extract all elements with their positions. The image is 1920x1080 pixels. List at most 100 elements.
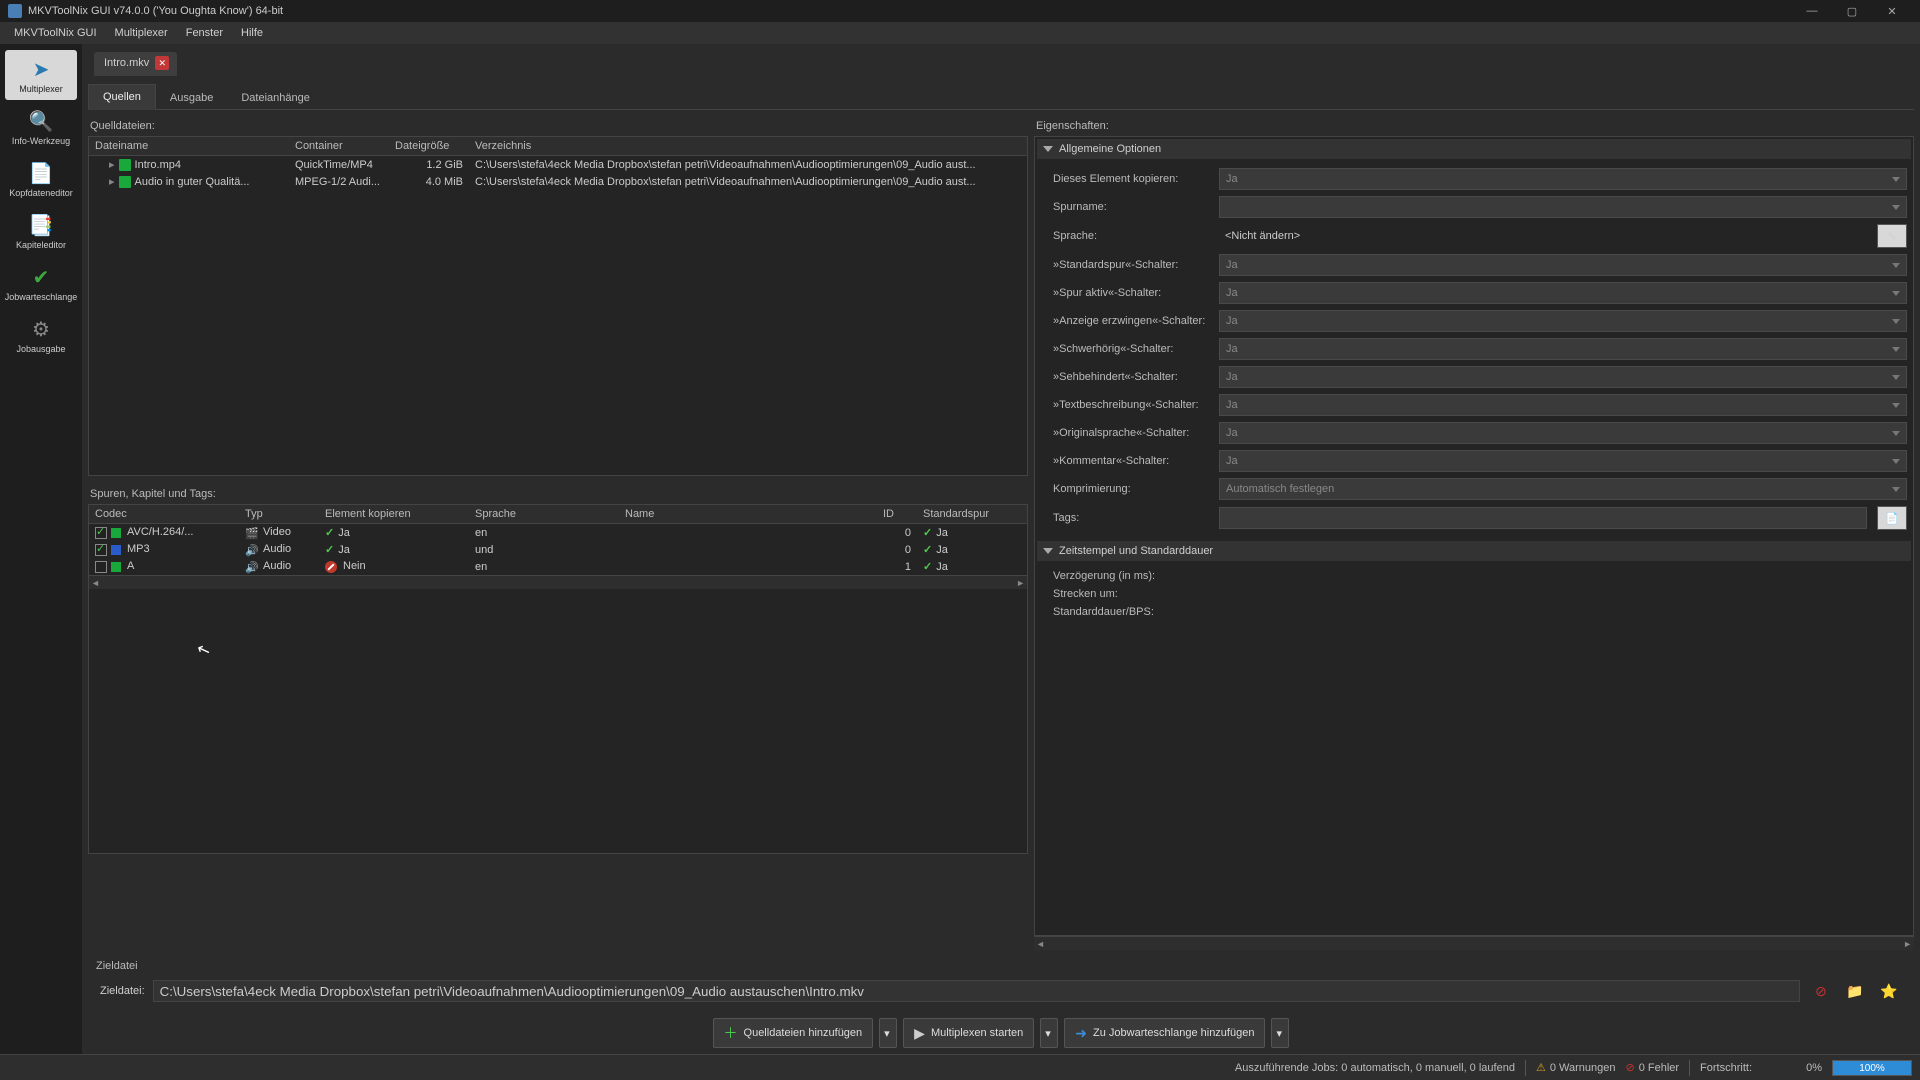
col-container[interactable]: Container <box>289 137 389 156</box>
tree-toggle-icon[interactable]: ▸ <box>109 159 115 171</box>
chevron-down-icon <box>1892 431 1900 436</box>
tags-input[interactable] <box>1219 507 1867 529</box>
add-sources-dropdown[interactable]: ▾ <box>879 1018 897 1048</box>
prop-textdesc-flag: »Textbeschreibung«-Schalter: Ja <box>1037 391 1911 419</box>
prop-visual-flag: »Sehbehindert«-Schalter: Ja <box>1037 363 1911 391</box>
multiplexer-icon: ➤ <box>33 57 50 82</box>
destination-input[interactable] <box>153 980 1800 1002</box>
tab-sources[interactable]: Quellen <box>88 84 156 110</box>
col-directory[interactable]: Verzeichnis <box>469 137 1027 156</box>
textdesc-flag-select[interactable]: Ja <box>1219 394 1907 416</box>
track-checkbox[interactable] <box>95 527 107 539</box>
col-size[interactable]: Dateigröße <box>389 137 469 156</box>
collapse-icon <box>1043 548 1053 554</box>
document-tabs: Intro.mkv ✕ <box>88 48 1914 76</box>
props-section-timestamp[interactable]: Zeitstempel und Standarddauer <box>1037 541 1911 561</box>
collapse-icon <box>1043 146 1053 152</box>
col-type[interactable]: Typ <box>239 505 319 524</box>
progress-label: Fortschritt: <box>1700 1062 1752 1074</box>
menu-mkvtoolnix[interactable]: MKVToolNix GUI <box>6 25 105 41</box>
sidebar-queue[interactable]: ✔ Jobwarteschlange <box>5 258 77 308</box>
menu-help[interactable]: Hilfe <box>233 25 271 41</box>
track-color <box>111 562 121 572</box>
sidebar-chapter-editor[interactable]: 📑 Kapiteleditor <box>5 206 77 256</box>
file-icon <box>119 159 131 171</box>
active-flag-select[interactable]: Ja <box>1219 282 1907 304</box>
sources-table[interactable]: Dateiname Container Dateigröße Verzeichn… <box>88 136 1028 476</box>
document-tab-close[interactable]: ✕ <box>155 56 169 70</box>
tracks-header: Codec Typ Element kopieren Sprache Name … <box>89 505 1027 524</box>
tracks-table[interactable]: Codec Typ Element kopieren Sprache Name … <box>88 504 1028 854</box>
copy-element-select[interactable]: Ja <box>1219 168 1907 190</box>
document-tab[interactable]: Intro.mkv ✕ <box>94 52 177 76</box>
sources-header: Dateiname Container Dateigröße Verzeichn… <box>89 137 1027 156</box>
forced-flag-select[interactable]: Ja <box>1219 310 1907 332</box>
progress-current: 0% <box>1762 1062 1822 1074</box>
sidebar-multiplexer[interactable]: ➤ Multiplexer <box>5 50 77 100</box>
chapter-icon: 📑 <box>29 213 54 238</box>
add-sources-button[interactable]: ＋Quelldateien hinzufügen <box>713 1018 874 1048</box>
col-id[interactable]: ID <box>877 505 917 524</box>
props-section-general[interactable]: Allgemeine Optionen <box>1037 139 1911 159</box>
check-icon: ✓ <box>923 527 932 539</box>
header-icon: 📄 <box>29 161 54 186</box>
maximize-button[interactable]: ▢ <box>1832 0 1872 22</box>
track-checkbox[interactable] <box>95 544 107 556</box>
tags-browse-button[interactable]: 📄 <box>1877 506 1907 530</box>
tab-output[interactable]: Ausgabe <box>156 86 227 110</box>
source-row[interactable]: ▸Intro.mp4 QuickTime/MP4 1.2 GiB C:\User… <box>89 156 1027 174</box>
destination-browse-button[interactable]: 📁 <box>1842 980 1868 1002</box>
warning-icon: ⚠ <box>1536 1062 1546 1074</box>
track-row[interactable]: MP3 🔊Audio ✓Ja und 0 ✓Ja <box>89 541 1027 558</box>
col-language[interactable]: Sprache <box>469 505 619 524</box>
col-standard[interactable]: Standardspur <box>917 505 1027 524</box>
document-tab-label: Intro.mkv <box>104 57 149 69</box>
comment-flag-select[interactable]: Ja <box>1219 450 1907 472</box>
track-color <box>111 545 121 555</box>
col-name[interactable]: Name <box>619 505 877 524</box>
language-edit-button[interactable]: ✎ <box>1877 224 1907 248</box>
col-codec[interactable]: Codec <box>89 505 239 524</box>
menu-fenster[interactable]: Fenster <box>178 25 231 41</box>
props-hscroll[interactable]: ◄► <box>1034 936 1914 950</box>
track-color <box>111 528 121 538</box>
track-row[interactable]: A 🔊Audio Nein en 1 ✓Ja <box>89 558 1027 575</box>
start-mux-button[interactable]: ▶Multiplexen starten <box>903 1018 1034 1048</box>
compression-select[interactable]: Automatisch festlegen <box>1219 478 1907 500</box>
destination-clear-button[interactable]: ⊘ <box>1808 980 1834 1002</box>
info-icon: 🔍 <box>29 109 54 134</box>
video-type-icon: 🎬 <box>245 527 259 539</box>
tab-attachments[interactable]: Dateianhänge <box>227 86 324 110</box>
chevron-down-icon <box>1892 347 1900 352</box>
window-title: MKVToolNix GUI v74.0.0 ('You Oughta Know… <box>28 5 1792 17</box>
destination-recent-button[interactable]: ⭐ <box>1876 980 1902 1002</box>
sidebar-output[interactable]: ⚙ Jobausgabe <box>5 310 77 360</box>
visual-flag-select[interactable]: Ja <box>1219 366 1907 388</box>
sidebar-header-editor[interactable]: 📄 Kopfdateneditor <box>5 154 77 204</box>
prop-hearing-flag: »Schwerhörig«-Schalter: Ja <box>1037 335 1911 363</box>
prop-copy-element: Dieses Element kopieren: Ja <box>1037 165 1911 193</box>
hearing-flag-select[interactable]: Ja <box>1219 338 1907 360</box>
trackname-input[interactable] <box>1219 196 1907 218</box>
track-row[interactable]: AVC/H.264/... 🎬Video ✓Ja en 0 ✓Ja <box>89 524 1027 542</box>
source-row[interactable]: ▸Audio in guter Qualitä... MPEG-1/2 Audi… <box>89 173 1027 190</box>
menu-multiplexer[interactable]: Multiplexer <box>107 25 176 41</box>
tree-toggle-icon[interactable]: ▸ <box>109 176 115 188</box>
prop-compression: Komprimierung: Automatisch festlegen <box>1037 475 1911 503</box>
add-to-queue-dropdown[interactable]: ▾ <box>1271 1018 1289 1048</box>
track-checkbox[interactable] <box>95 561 107 573</box>
tracks-hscroll[interactable]: ◄► <box>89 575 1027 589</box>
col-copy[interactable]: Element kopieren <box>319 505 469 524</box>
prop-language: Sprache: <Nicht ändern> ✎ <box>1037 221 1911 251</box>
sidebar-info[interactable]: 🔍 Info-Werkzeug <box>5 102 77 152</box>
close-button[interactable]: ✕ <box>1872 0 1912 22</box>
action-bar: ＋Quelldateien hinzufügen ▾ ▶Multiplexen … <box>88 1012 1914 1054</box>
origlang-flag-select[interactable]: Ja <box>1219 422 1907 444</box>
status-warnings[interactable]: ⚠0 Warnungen <box>1536 1061 1616 1074</box>
add-to-queue-button[interactable]: ➜Zu Jobwarteschlange hinzufügen <box>1064 1018 1265 1048</box>
status-errors[interactable]: ⊘0 Fehler <box>1625 1061 1679 1074</box>
col-filename[interactable]: Dateiname <box>89 137 289 156</box>
start-mux-dropdown[interactable]: ▾ <box>1040 1018 1058 1048</box>
minimize-button[interactable]: — <box>1792 0 1832 22</box>
standard-flag-select[interactable]: Ja <box>1219 254 1907 276</box>
